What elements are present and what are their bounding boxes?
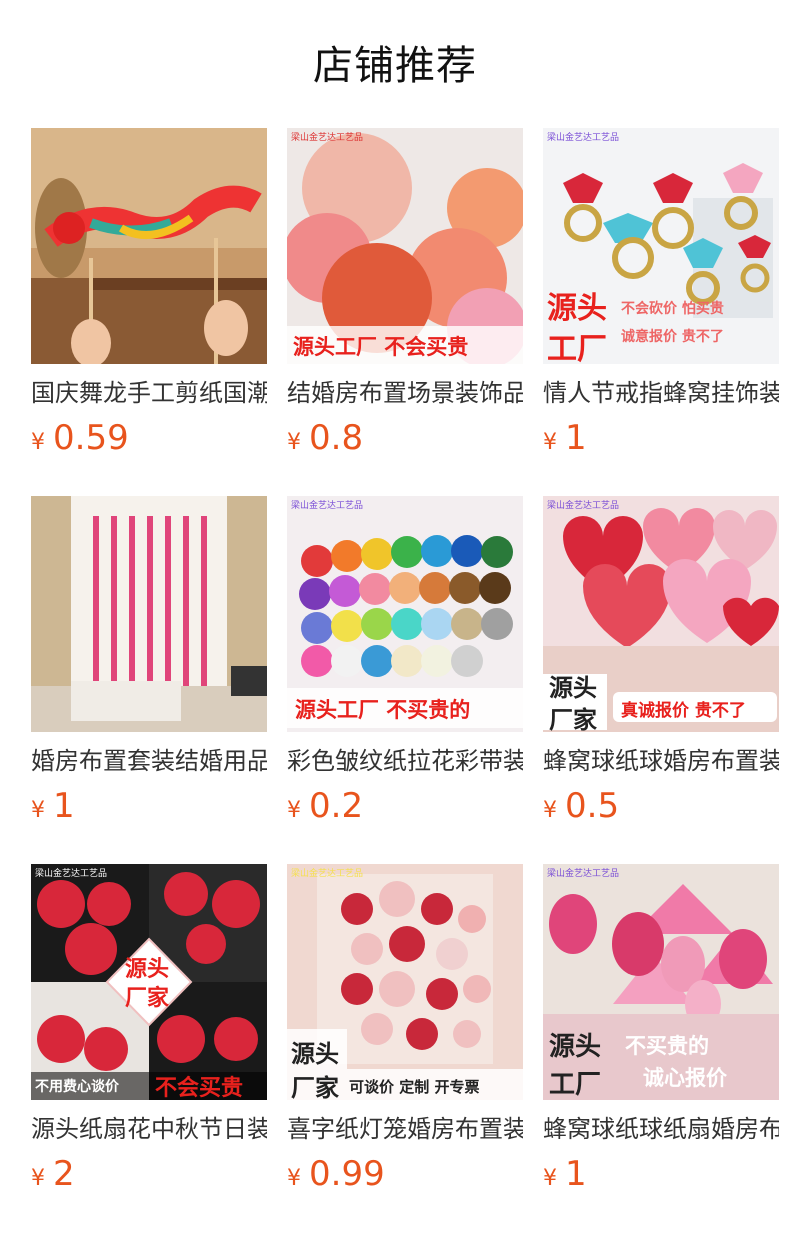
price-value: 0.8 — [309, 418, 364, 458]
product-title[interactable]: 情人节戒指蜂窝挂饰装 — [543, 378, 779, 408]
product-title[interactable]: 喜字纸灯笼婚房布置装 — [287, 1114, 523, 1144]
currency-symbol: ¥ — [543, 1166, 557, 1191]
promo-banner: 不用费心谈价 — [35, 1079, 119, 1095]
product-price: ¥ 0.2 — [287, 786, 523, 826]
butterfly-curtain-image[interactable] — [31, 496, 267, 732]
product-title[interactable]: 蜂窝球纸球婚房布置装 — [543, 746, 779, 776]
promo-banner: 厂家 — [549, 706, 597, 732]
price-value: 0.5 — [565, 786, 620, 826]
product-price: ¥ 0.59 — [31, 418, 267, 458]
heart-honeycomb-image[interactable]: 梁山金艺达工艺品 源头 厂家 真诚报价 贵不了 — [543, 496, 779, 732]
crepe-paper-rolls-image[interactable]: 梁山金艺达工艺品 源头工厂 不买贵的 — [287, 496, 523, 732]
promo-banner: 源头 — [291, 1040, 339, 1068]
product-title[interactable]: 结婚房布置场景装饰品 — [287, 378, 523, 408]
product-title[interactable]: 婚房布置套装结婚用品 — [31, 746, 267, 776]
price-value: 1 — [565, 1154, 587, 1194]
promo-banner: 厂家 — [291, 1074, 339, 1100]
product-card[interactable]: 梁山金艺达工艺品 源头 工厂 不买贵的 诚心报价 蜂窝球纸球纸扇婚房布 ¥ 1 — [543, 864, 779, 1194]
ring-honeycomb-image[interactable]: 梁山金艺达工艺品 源头 工厂 不会砍价 怕买贵 诚意报价 贵不了 — [543, 128, 779, 364]
promo-banner: 真诚报价 贵不了 — [621, 701, 746, 721]
promo-banner: 工厂 — [549, 1070, 602, 1100]
currency-symbol: ¥ — [31, 798, 45, 823]
product-price: ¥ 0.5 — [543, 786, 779, 826]
promo-banner: 不会砍价 怕买贵 — [621, 301, 724, 317]
product-price: ¥ 0.8 — [287, 418, 523, 458]
price-value: 0.99 — [309, 1154, 385, 1194]
shop-watermark: 梁山金艺达工艺品 — [291, 501, 364, 511]
product-card[interactable]: 梁山金艺达工艺品 源头 工厂 不会砍价 怕买贵 诚意报价 贵不了 情人节戒指蜂窝… — [543, 128, 779, 458]
promo-banner: 工厂 — [547, 332, 607, 364]
price-value: 1 — [565, 418, 587, 458]
currency-symbol: ¥ — [543, 430, 557, 455]
product-price: ¥ 1 — [543, 418, 779, 458]
product-title[interactable]: 蜂窝球纸球纸扇婚房布 — [543, 1114, 779, 1144]
shop-watermark: 梁山金艺达工艺品 — [291, 869, 364, 879]
product-card[interactable]: 梁山金艺达工艺品 源头 厂家 不用费心谈价 不会买贵 源头纸扇花中秋节日装 ¥ … — [31, 864, 267, 1194]
xi-lantern-wall-image[interactable]: 梁山金艺达工艺品 源头 厂家 可谈价 定制 开专票 — [287, 864, 523, 1100]
currency-symbol: ¥ — [543, 798, 557, 823]
shop-watermark: 梁山金艺达工艺品 — [547, 869, 620, 879]
currency-symbol: ¥ — [31, 430, 45, 455]
shop-watermark: 梁山金艺达工艺品 — [35, 869, 108, 879]
product-card[interactable]: 婚房布置套装结婚用品 ¥ 1 — [31, 496, 267, 826]
price-value: 0.59 — [53, 418, 129, 458]
price-value: 2 — [53, 1154, 75, 1194]
shop-watermark: 梁山金艺达工艺品 — [547, 501, 620, 511]
product-title[interactable]: 国庆舞龙手工剪纸国潮 — [31, 378, 267, 408]
shop-watermark: 梁山金艺达工艺品 — [291, 133, 364, 143]
promo-banner: 可谈价 定制 开专票 — [349, 1078, 480, 1096]
product-card[interactable]: 梁山金艺达工艺品 源头工厂 不买贵的 彩色皱纹纸拉花彩带装 ¥ 0.2 — [287, 496, 523, 826]
product-price: ¥ 1 — [543, 1154, 779, 1194]
promo-banner: 诚心报价 — [643, 1066, 727, 1090]
product-card[interactable]: 梁山金艺达工艺品 源头工厂 不会买贵 结婚房布置场景装饰品 ¥ 0.8 — [287, 128, 523, 458]
promo-banner: 源头 — [549, 1032, 602, 1062]
promo-banner: 诚意报价 贵不了 — [621, 329, 724, 345]
section-title: 店铺推荐 — [313, 43, 477, 89]
product-price: ¥ 2 — [31, 1154, 267, 1194]
price-value: 1 — [53, 786, 75, 826]
currency-symbol: ¥ — [287, 1166, 301, 1191]
pink-fan-lantern-image[interactable]: 梁山金艺达工艺品 源头 工厂 不买贵的 诚心报价 — [543, 864, 779, 1100]
currency-symbol: ¥ — [287, 430, 301, 455]
shop-watermark: 梁山金艺达工艺品 — [547, 133, 620, 143]
promo-banner: 厂家 — [125, 986, 170, 1011]
product-card[interactable]: 梁山金艺达工艺品 源头 厂家 真诚报价 贵不了 蜂窝球纸球婚房布置装 ¥ 0.5 — [543, 496, 779, 826]
promo-banner: 源头 — [125, 957, 170, 982]
promo-banner: 源头 — [547, 291, 607, 326]
paper-dragon-image[interactable] — [31, 128, 267, 364]
promo-banner: 源头工厂 不会买贵 — [293, 335, 469, 359]
price-value: 0.2 — [309, 786, 364, 826]
product-card[interactable]: 国庆舞龙手工剪纸国潮 ¥ 0.59 — [31, 128, 267, 458]
product-title[interactable]: 源头纸扇花中秋节日装 — [31, 1114, 267, 1144]
product-card[interactable]: 梁山金艺达工艺品 源头 厂家 可谈价 定制 开专票 喜字纸灯笼婚房布置装 ¥ 0… — [287, 864, 523, 1194]
product-title[interactable]: 彩色皱纹纸拉花彩带装 — [287, 746, 523, 776]
paper-fan-flowers-image[interactable]: 梁山金艺达工艺品 源头 厂家 不用费心谈价 不会买贵 — [31, 864, 267, 1100]
promo-banner: 不会买贵 — [155, 1076, 244, 1100]
product-price: ¥ 1 — [31, 786, 267, 826]
promo-banner: 源头工厂 不买贵的 — [295, 698, 471, 722]
promo-banner: 不买贵的 — [625, 1034, 709, 1058]
currency-symbol: ¥ — [31, 1166, 45, 1191]
currency-symbol: ¥ — [287, 798, 301, 823]
section-header: 店铺推荐 — [0, 0, 790, 128]
product-price: ¥ 0.99 — [287, 1154, 523, 1194]
promo-banner: 源头 — [549, 674, 597, 702]
paper-lantern-balls-image[interactable]: 梁山金艺达工艺品 源头工厂 不会买贵 — [287, 128, 523, 364]
